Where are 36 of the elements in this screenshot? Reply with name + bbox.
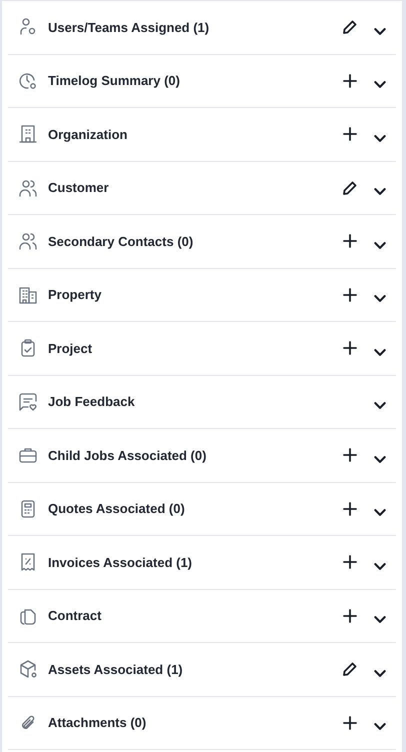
box-icon — [18, 659, 38, 680]
section-title: Users/Teams Assigned (1) — [48, 20, 210, 35]
section-title: Project — [48, 340, 94, 356]
chevron-down-icon[interactable] — [374, 348, 386, 356]
section-title: Child Jobs Associated (0) — [48, 448, 208, 463]
user-icon — [18, 17, 38, 38]
chevron-down-icon[interactable] — [374, 295, 386, 302]
section-title: Assets Associated (1) — [48, 662, 184, 677]
chevron-down-icon[interactable] — [374, 562, 386, 570]
section-title: Organization — [48, 126, 128, 142]
people-icon — [18, 231, 38, 252]
section-title: Attachments (0) — [48, 715, 148, 730]
chevron-down-icon[interactable] — [374, 81, 386, 88]
chevron-down-icon[interactable] — [374, 188, 386, 196]
chevron-down-icon[interactable] — [374, 509, 386, 516]
clock-icon — [18, 70, 38, 91]
feedback-icon — [18, 392, 38, 412]
chevron-down-icon[interactable] — [374, 134, 386, 142]
section-title: Property — [48, 287, 102, 302]
chevron-down-icon[interactable] — [374, 616, 386, 624]
section-title: Contract — [48, 608, 102, 624]
chevron-down-icon[interactable] — [374, 670, 386, 677]
people-icon — [18, 178, 38, 198]
chevron-down-icon[interactable] — [374, 242, 386, 249]
building-icon — [18, 124, 38, 144]
section-title: Secondary Contacts (0) — [48, 234, 194, 249]
buildings-icon — [18, 284, 38, 305]
section-title: Customer — [48, 180, 110, 196]
chevron-down-icon[interactable] — [374, 28, 386, 35]
section-title: Timelog Summary (0) — [48, 73, 181, 88]
chevron-down-icon[interactable] — [374, 456, 386, 463]
section-title: Job Feedback — [48, 394, 136, 410]
chevron-down-icon[interactable] — [374, 723, 386, 730]
chevron-down-icon[interactable] — [374, 402, 386, 410]
section-title: Invoices Associated (1) — [48, 554, 194, 570]
section-title: Quotes Associated (0) — [48, 501, 186, 516]
